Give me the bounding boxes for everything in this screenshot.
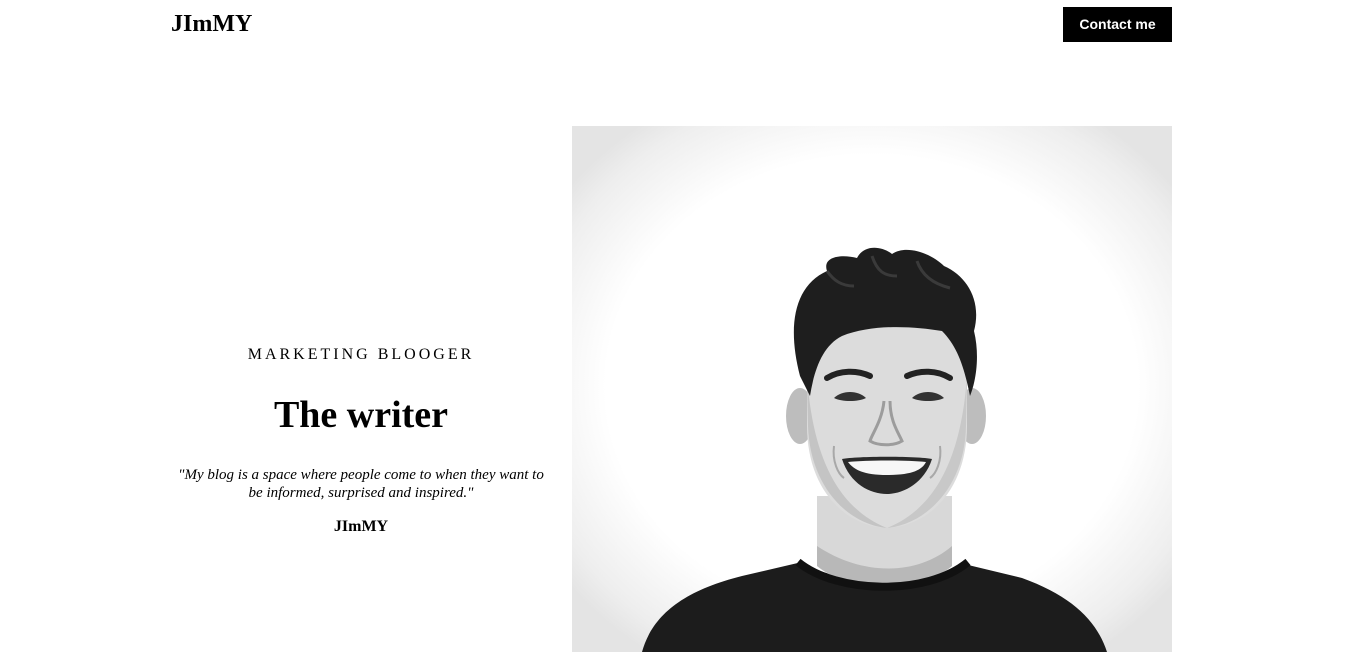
hero-title: The writer (273, 394, 449, 436)
hero-author: JImMY (333, 518, 389, 535)
portrait-photo (572, 126, 1172, 652)
site-logo[interactable]: JImMY (171, 10, 252, 38)
portrait-illustration (642, 247, 1107, 652)
hero-quote: "My blog is a space where people come to… (178, 467, 544, 501)
hero-subtitle: MARKETING BLOOGER (247, 346, 475, 363)
page: JImMY Contact me MARKETING BLOOGER The w… (0, 0, 1345, 652)
contact-button[interactable]: Contact me (1063, 7, 1172, 42)
